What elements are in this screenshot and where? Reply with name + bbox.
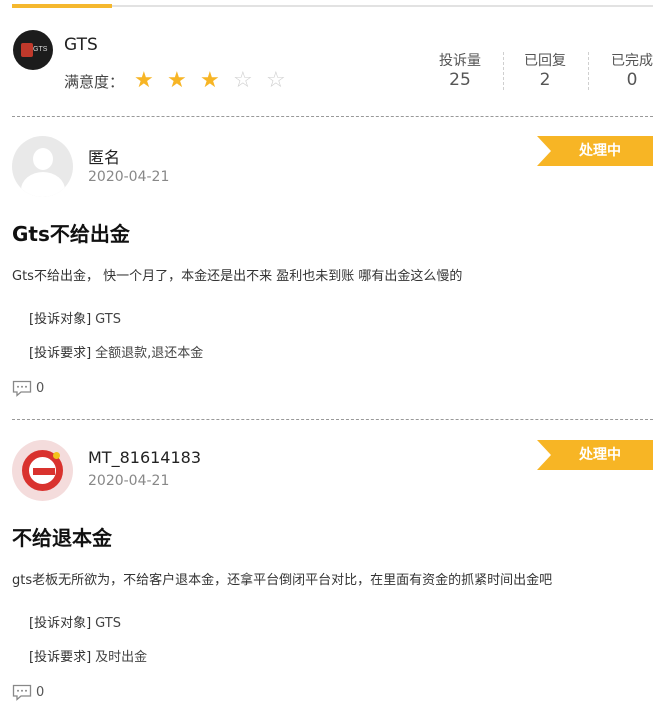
avatar [12, 136, 73, 197]
star-filled-icon: ★ [200, 68, 220, 93]
post-date: 2020-04-21 [88, 473, 170, 489]
post-date: 2020-04-21 [88, 169, 170, 185]
stat-divider [588, 52, 589, 90]
complaint-description: gts老板无所欲为，不给客户退本金，还拿平台倒闭平台对比，在里面有资金的抓紧时间… [12, 573, 553, 588]
company-logo: GTS [13, 30, 53, 70]
complaint-title[interactable]: Gts不给出金 [12, 218, 130, 247]
stat-completed: 已完成 0 [611, 53, 653, 90]
comment-button[interactable]: 0 [12, 379, 44, 397]
company-name[interactable]: GTS [64, 35, 98, 55]
comment-count: 0 [36, 380, 45, 396]
stat-replied: 已回复 2 [524, 53, 566, 90]
star-filled-icon: ★ [134, 68, 154, 93]
complaint-card[interactable]: MT_81614183 2020-04-21 处理中 不给退本金 gts老板无所… [12, 440, 653, 704]
section-divider [12, 116, 653, 117]
comment-count: 0 [36, 684, 45, 700]
complaint-target: [投诉对象] GTS [29, 312, 121, 327]
comment-icon [12, 684, 32, 701]
complaint-demand: [投诉要求] 全额退款,退还本金 [29, 346, 204, 361]
comment-icon [12, 380, 32, 397]
complaint-target: [投诉对象] GTS [29, 616, 121, 631]
username: 匿名 [88, 148, 121, 167]
status-badge: 处理中 [537, 136, 653, 166]
section-divider [12, 419, 653, 420]
complaint-description: Gts不给出金， 快一个月了，本金还是出不来 盈利也未到账 哪有出金这么慢的 [12, 269, 463, 284]
stat-divider [503, 52, 504, 90]
star-empty-icon: ☆ [266, 68, 286, 93]
star-filled-icon: ★ [167, 68, 187, 93]
top-divider [12, 4, 653, 8]
company-header: GTS GTS 满意度： ★ ★ ★ ☆ ☆ 投诉量 25 已回复 2 已完成 … [12, 30, 653, 105]
complaint-demand: [投诉要求] 及时出金 [29, 650, 148, 665]
username: MT_81614183 [88, 448, 202, 467]
star-empty-icon: ☆ [233, 68, 253, 93]
status-badge: 处理中 [537, 440, 653, 470]
rating-label: 满意度： [64, 72, 125, 91]
satisfaction-rating: 满意度： ★ ★ ★ ☆ ☆ [64, 70, 299, 92]
complaint-card[interactable]: 匿名 2020-04-21 处理中 Gts不给出金 Gts不给出金， 快一个月了… [12, 136, 653, 400]
avatar [12, 440, 73, 501]
stat-complaints: 投诉量 25 [439, 53, 481, 90]
complaint-title[interactable]: 不给退本金 [12, 522, 112, 551]
active-tab-indicator [12, 4, 112, 8]
comment-button[interactable]: 0 [12, 683, 44, 701]
